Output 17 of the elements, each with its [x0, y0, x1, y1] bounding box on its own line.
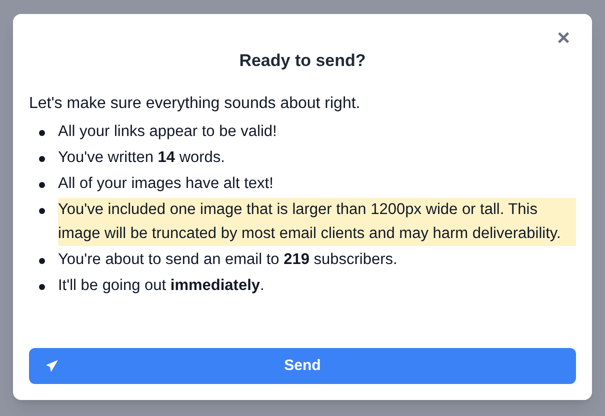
bullet-icon [39, 156, 45, 162]
checklist-item: All of your images have alt text! [58, 174, 274, 194]
checklist-item: You've written 14 words. [58, 148, 225, 168]
bullet-icon [39, 130, 45, 136]
bullet-icon [39, 182, 45, 188]
close-button[interactable]: × [557, 30, 570, 46]
dialog-title: Ready to send? [239, 50, 366, 72]
bullet-icon [39, 258, 45, 264]
send-button[interactable]: Send [29, 348, 576, 384]
intro-text: Let's make sure everything sounds about right. [29, 94, 362, 114]
checklist-item: You've included one image that is larger than 1200px wide or tall. This image will be truncated by most email clients and may harm deliverability. [58, 198, 576, 246]
bullet-icon [39, 208, 45, 214]
checklist-item: You're about to send an email to 219 subscribers. [58, 250, 398, 270]
checklist-item: All your links appear to be valid! [58, 122, 277, 142]
checklist-item: It'll be going out immediately. [58, 276, 264, 296]
paper-plane-icon [45, 359, 59, 373]
bullet-icon [39, 284, 45, 290]
